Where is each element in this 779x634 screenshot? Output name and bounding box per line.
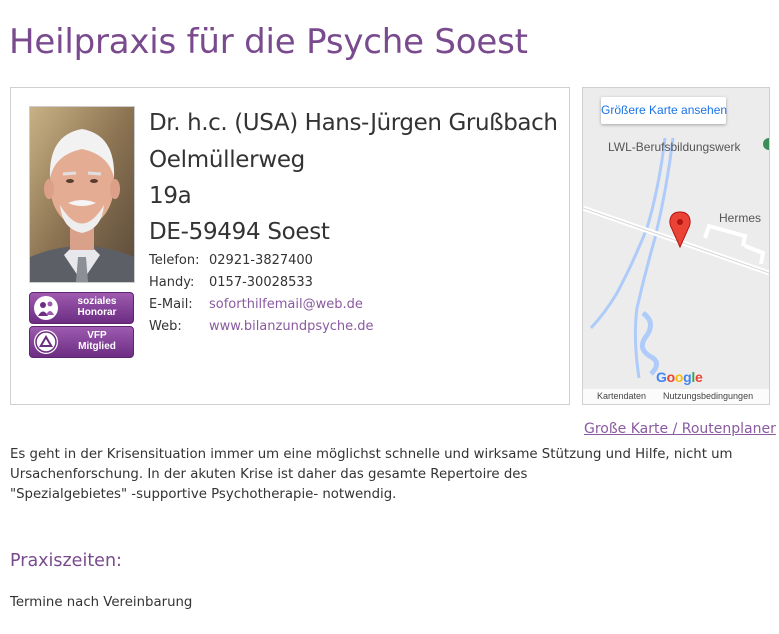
map-place-label: Hermes [719, 211, 762, 225]
map-terms-link[interactable]: Nutzungsbedingungen [663, 391, 753, 401]
intro-paragraph: Es geht in der Krisensituation immer um … [10, 445, 733, 505]
mobile-row: Handy: 0157-30028533 [149, 275, 313, 290]
vfp-logo-icon [34, 330, 58, 354]
map-embed[interactable]: Größere Karte ansehen LWL-Berufsbildungs… [582, 87, 770, 405]
office-hours-text: Termine nach Vereinbarung [10, 595, 193, 610]
email-link[interactable]: soforthilfemail@web.de [209, 297, 363, 312]
phone-row: Telefon: 02921-3827400 [149, 253, 313, 268]
map-tiles [583, 88, 769, 404]
mobile-value: 0157-30028533 [209, 275, 313, 290]
web-label: Web: [149, 319, 182, 334]
practitioner-name: Dr. h.c. (USA) Hans-Jürgen Grußbach [149, 110, 558, 136]
phone-label: Telefon: [149, 253, 200, 268]
mobile-label: Handy: [149, 275, 195, 290]
people-icon [34, 296, 58, 320]
badge-line-1: soziales [77, 296, 117, 307]
page-title: Heilpraxis für die Psyche Soest [9, 22, 528, 62]
website-link[interactable]: www.bilanzundpsyche.de [209, 319, 374, 334]
badge-line-1: VFP [87, 330, 107, 341]
contact-card: soziales Honorar VFP Mitglied Dr. h.c. (… [10, 87, 570, 405]
address-house-number: 19a [149, 183, 192, 209]
route-planner-link[interactable]: Große Karte / Routenplaner [584, 421, 776, 437]
intro-line: Es geht in der Krisensituation immer um … [10, 447, 733, 462]
vfp-mitglied-badge: VFP Mitglied [29, 326, 134, 358]
web-row: Web: www.bilanzundpsyche.de [149, 319, 374, 334]
google-logo: Google [656, 369, 703, 385]
map-footer: Kartendaten Nutzungsbedingungen [583, 389, 769, 404]
email-label: E-Mail: [149, 297, 193, 312]
intro-line: Ursachenforschung. In der akuten Krise i… [10, 467, 528, 482]
map-data-link[interactable]: Kartendaten [597, 391, 646, 401]
larger-map-button[interactable]: Größere Karte ansehen [601, 97, 727, 124]
map-place-label: LWL-Berufsbildungswerk [608, 140, 741, 154]
badge-line-2: Mitglied [78, 341, 116, 352]
soziales-honorar-badge: soziales Honorar [29, 292, 134, 324]
address-street: Oelmüllerweg [149, 147, 305, 173]
office-hours-heading: Praxiszeiten: [10, 551, 122, 571]
email-row: E-Mail: soforthilfemail@web.de [149, 297, 363, 312]
portrait-photo [29, 106, 135, 283]
address-city: DE-59494 Soest [149, 219, 330, 245]
phone-value: 02921-3827400 [209, 253, 313, 268]
intro-line: "Spezialgebietes" -supportive Psychother… [10, 487, 397, 502]
badge-line-2: Honorar [77, 307, 117, 318]
